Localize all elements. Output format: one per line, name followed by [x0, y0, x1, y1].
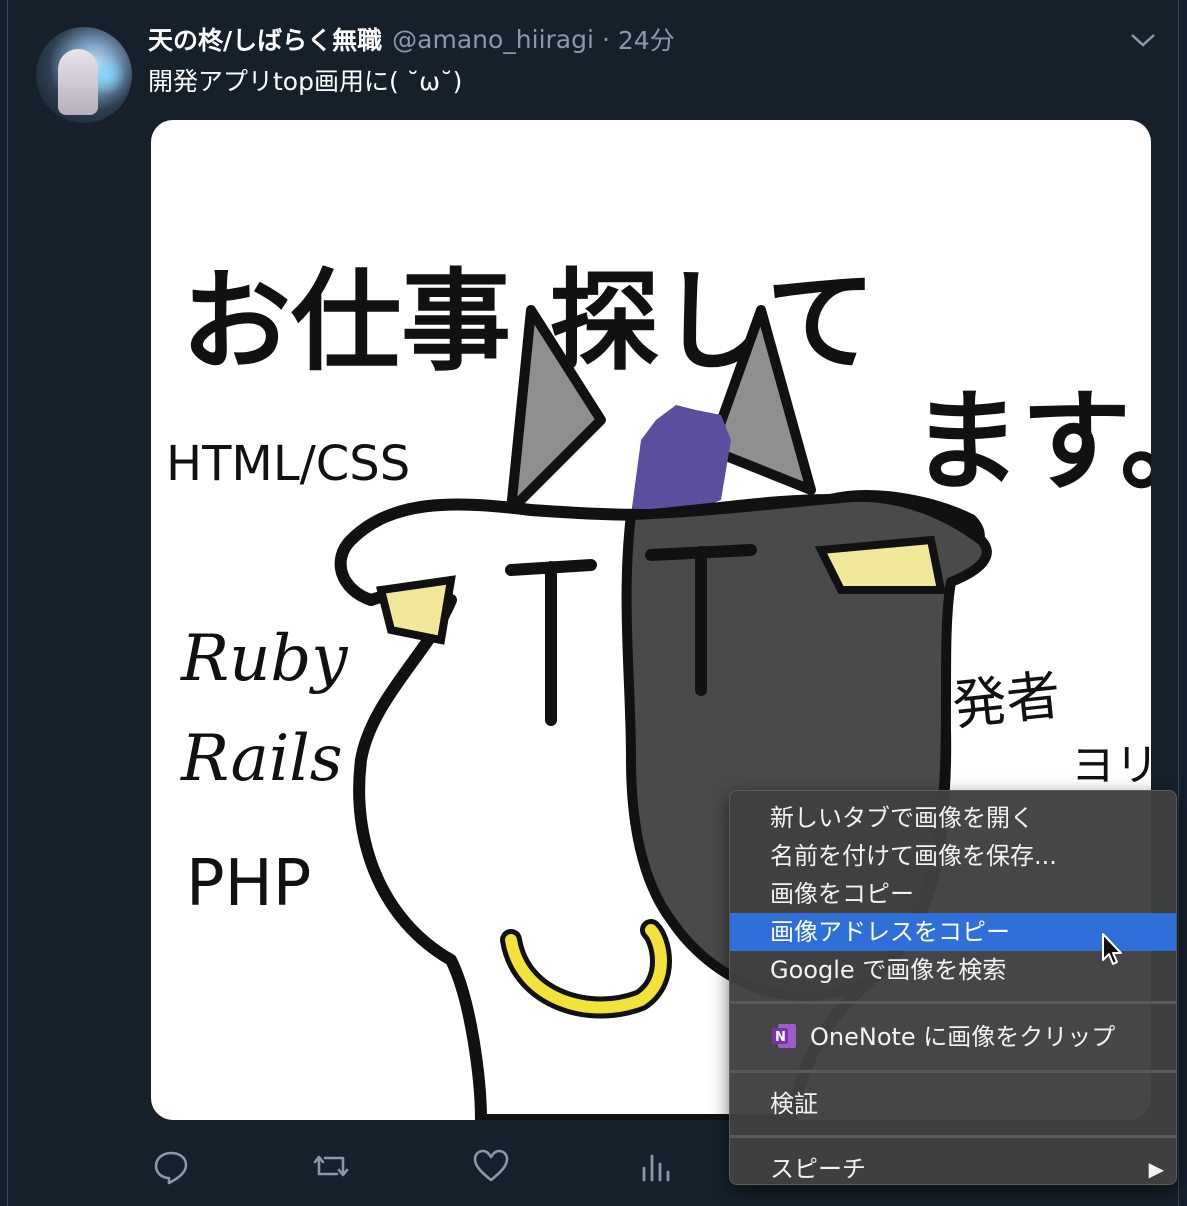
menu-item-speech-label: スピーチ: [770, 1155, 866, 1183]
image-skill-ruby: Ruby: [180, 622, 348, 696]
submenu-arrow-icon: ▶: [1148, 1157, 1164, 1181]
reply-icon[interactable]: [151, 1146, 191, 1186]
cow-right-ear: [814, 535, 946, 594]
svg-text:N: N: [775, 1030, 786, 1045]
image-skill-php: PHP: [186, 847, 311, 921]
onenote-icon: N: [772, 1024, 796, 1048]
image-skill-html-css: HTML/CSS: [166, 436, 410, 492]
tweet-text: 開発アプリtop画用に( ˘ω˘): [148, 67, 463, 96]
menu-item-onenote-label: OneNote に画像をクリップ: [810, 1023, 1116, 1051]
tweet-header: 天の柊/しばらく無職 @amano_hiiragi · 24分: [148, 22, 675, 56]
menu-item-open-image-new-tab[interactable]: 新しいタブで画像を開く: [730, 799, 1176, 837]
avatar[interactable]: [36, 27, 132, 123]
chevron-down-icon[interactable]: [1128, 28, 1158, 52]
menu-item-inspect[interactable]: 検証: [730, 1085, 1176, 1123]
menu-item-onenote-clip[interactable]: N OneNote に画像をクリップ: [730, 1016, 1176, 1058]
menu-divider: [730, 1070, 1176, 1073]
user-handle[interactable]: @amano_hiiragi: [392, 25, 594, 54]
like-icon[interactable]: [471, 1146, 511, 1186]
retweet-icon[interactable]: [311, 1146, 351, 1186]
separator-dot: ·: [601, 24, 610, 54]
menu-divider: [730, 1001, 1176, 1004]
analytics-icon[interactable]: [636, 1146, 676, 1186]
tweet-actions: [151, 1140, 691, 1190]
cow-left-ear: [376, 575, 456, 645]
menu-item-save-image-as[interactable]: 名前を付けて画像を保存...: [730, 837, 1176, 875]
menu-item-speech[interactable]: スピーチ ▶: [730, 1150, 1176, 1188]
mouse-pointer-icon: [1102, 933, 1122, 965]
image-signature-line2: ヨリ。: [1071, 740, 1151, 791]
image-title-line2: ます。: [911, 378, 1151, 506]
tweet-timestamp[interactable]: 24分: [618, 21, 675, 57]
menu-item-copy-image[interactable]: 画像をコピー: [730, 875, 1176, 913]
image-skill-rails: Rails: [180, 722, 343, 796]
menu-divider: [730, 1135, 1176, 1138]
context-menu: 新しいタブで画像を開く 名前を付けて画像を保存... 画像をコピー 画像アドレス…: [729, 790, 1177, 1185]
display-name[interactable]: 天の柊/しばらく無職: [148, 21, 382, 57]
